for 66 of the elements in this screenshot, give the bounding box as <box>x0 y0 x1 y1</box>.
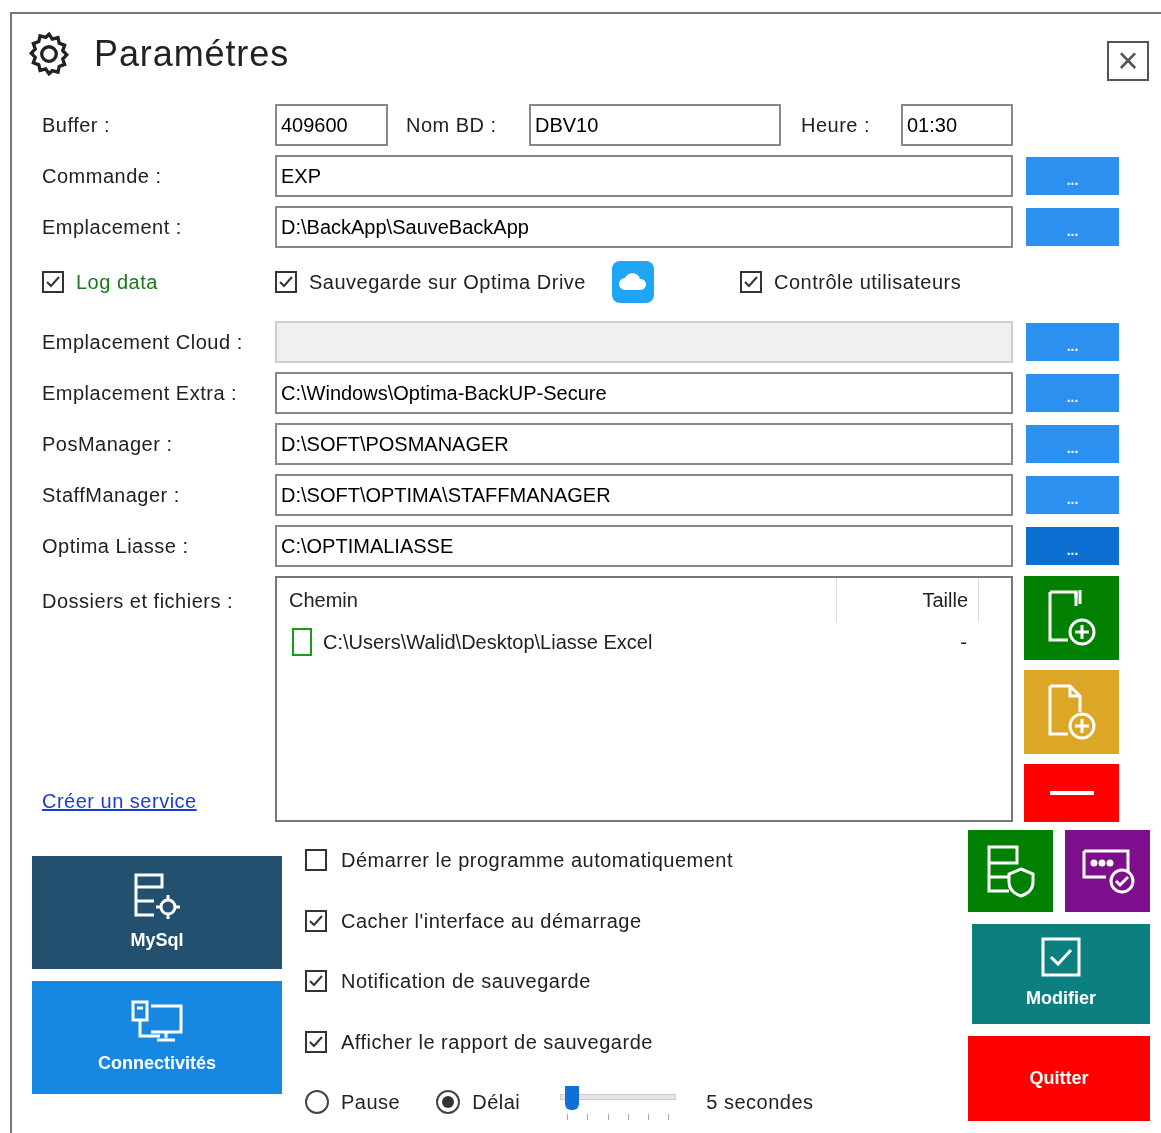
checkbox[interactable] <box>275 271 297 293</box>
field-label: PosManager : <box>41 432 174 457</box>
buffer-field[interactable]: 409600 <box>275 104 388 146</box>
file-action-button[interactable] <box>1024 764 1119 822</box>
path-field[interactable]: D:\SOFT\POSMANAGER <box>275 423 1013 465</box>
connectivity-button[interactable]: Connectivités <box>32 981 282 1094</box>
option-label: Cacher l'interface au démarrage <box>341 908 642 934</box>
file-action-button[interactable] <box>1024 576 1119 660</box>
cloud-icon <box>611 261 654 303</box>
tool-button[interactable] <box>968 830 1053 912</box>
checkbox[interactable] <box>305 849 327 872</box>
database-gear-icon <box>132 871 182 921</box>
check-icon <box>278 274 294 290</box>
quit-button[interactable]: Quitter <box>968 1036 1150 1121</box>
checkbox-icon <box>1041 936 1081 977</box>
field-label: Emplacement Cloud : <box>41 330 244 355</box>
mysql-button[interactable]: MySql <box>32 856 282 969</box>
path-field[interactable]: D:\BackApp\SauveBackApp <box>275 206 1013 248</box>
radio-button[interactable] <box>436 1090 461 1114</box>
tool-button[interactable] <box>1065 830 1150 912</box>
check-icon <box>45 274 61 290</box>
path-field[interactable]: C:\OPTIMALIASSE <box>275 525 1013 567</box>
checkbox[interactable] <box>740 271 762 293</box>
create-service-link[interactable]: Créer un service <box>42 786 275 816</box>
option-label: Afficher le rapport de sauvegarde <box>341 1029 653 1055</box>
option-label: Notification de sauvegarde <box>341 969 591 995</box>
field-label: Emplacement : <box>41 215 183 240</box>
window-title: Paramétres <box>94 32 290 76</box>
computer-network-icon <box>129 998 185 1044</box>
checkbox[interactable] <box>305 909 327 932</box>
delay-reading: 5 secondes <box>706 1090 814 1115</box>
column-header[interactable]: Chemin <box>277 578 837 622</box>
option-label: Démarrer le programme automatiquement <box>341 848 733 874</box>
file-path: C:\Users\Walid\Desktop\Liasse Excel <box>323 630 653 655</box>
field-label: Optima Liasse : <box>41 534 190 559</box>
checkbox[interactable] <box>305 1030 327 1053</box>
time-field[interactable]: 01:30 <box>901 104 1013 146</box>
database-name-field[interactable]: DBV10 <box>529 104 781 146</box>
option-label: Log data <box>76 270 158 295</box>
path-field[interactable]: D:\SOFT\OPTIMA\STAFFMANAGER <box>275 474 1013 516</box>
close-button[interactable]: × <box>1107 41 1149 81</box>
field-label: Nom BD : <box>405 113 498 138</box>
minus-icon <box>1049 790 1094 796</box>
field-label: Heure : <box>800 113 872 138</box>
check-icon <box>743 274 759 290</box>
option-label: Sauvegarde sur Optima Drive <box>309 270 586 295</box>
checkbox[interactable] <box>305 970 327 993</box>
column-header[interactable]: Taille <box>837 578 979 622</box>
file-list[interactable]: Chemin Taille C:\Users\Walid\Desktop\Liasse Excel - <box>275 576 1013 822</box>
field-label: Dossiers et fichiers : <box>42 589 235 614</box>
file-icon <box>291 627 315 657</box>
field-label: Commande : <box>41 164 163 189</box>
modify-button[interactable]: Modifier <box>972 924 1150 1024</box>
radio-button[interactable] <box>305 1090 329 1114</box>
option-label: Contrôle utilisateurs <box>774 270 962 295</box>
radio-label: Pause <box>341 1090 401 1115</box>
checkbox[interactable] <box>42 271 64 293</box>
field-label: Buffer : <box>41 113 112 138</box>
file-size: - <box>959 630 968 655</box>
path-field[interactable]: C:\Windows\Optima-BackUP-Secure <box>275 372 1013 414</box>
slider-thumb[interactable] <box>565 1086 580 1110</box>
browse-button[interactable]: ... <box>1026 527 1119 565</box>
field-label: StaffManager : <box>41 483 181 508</box>
field-label: Emplacement Extra : <box>41 381 239 406</box>
path-field[interactable]: EXP <box>275 155 1013 197</box>
radio-label: Délai <box>472 1090 521 1115</box>
